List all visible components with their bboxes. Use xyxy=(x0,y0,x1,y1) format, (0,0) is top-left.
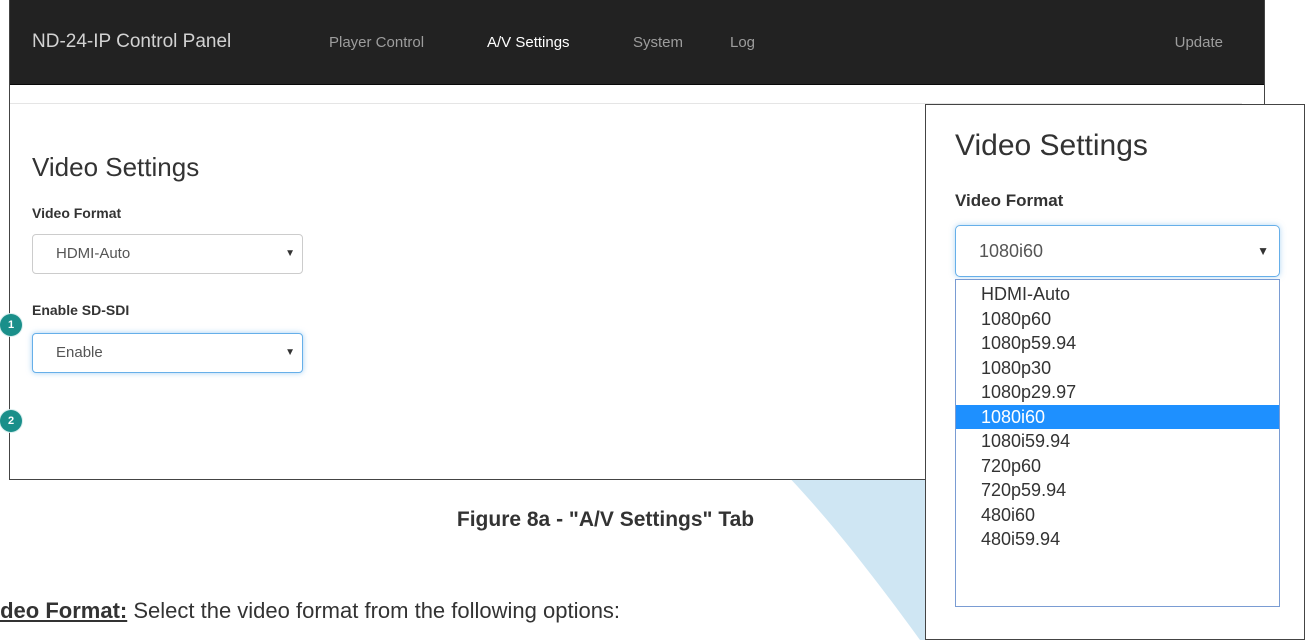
video-format-label: Video Format xyxy=(32,205,122,221)
option-1080p30[interactable]: 1080p30 xyxy=(956,356,1279,381)
option-hdmi-auto[interactable]: HDMI-Auto xyxy=(956,282,1279,307)
figure-caption: Figure 8a - "A/V Settings" Tab xyxy=(0,508,1307,532)
navbar: ND-24-IP Control Panel Player Control A/… xyxy=(10,0,1264,85)
sdsdi-value: Enable xyxy=(56,344,103,361)
nav-av-settings[interactable]: A/V Settings xyxy=(487,34,570,51)
brand-title[interactable]: ND-24-IP Control Panel xyxy=(32,31,231,53)
option-720p59-94[interactable]: 720p59.94 xyxy=(956,478,1279,503)
option-1080i59-94[interactable]: 1080i59.94 xyxy=(956,429,1279,454)
video-format-options-list: HDMI-Auto 1080p60 1080p59.94 1080p30 108… xyxy=(955,279,1280,607)
sdsdi-select[interactable]: Enable ▼ xyxy=(32,333,303,373)
nav-update[interactable]: Update xyxy=(1175,34,1223,51)
body-term: ideo Format: xyxy=(0,598,128,623)
option-1080p60[interactable]: 1080p60 xyxy=(956,307,1279,332)
inset-video-format-label: Video Format xyxy=(955,191,1064,210)
option-720p60[interactable]: 720p60 xyxy=(956,454,1279,479)
nav-player-control[interactable]: Player Control xyxy=(329,34,424,51)
chevron-down-icon: ▼ xyxy=(1257,244,1269,258)
page-title: Video Settings xyxy=(32,152,200,182)
video-format-select[interactable]: HDMI-Auto ▼ xyxy=(32,234,303,274)
option-1080p29-97[interactable]: 1080p29.97 xyxy=(956,380,1279,405)
callout-badge-1: 1 xyxy=(0,314,22,336)
inset-title: Video Settings xyxy=(955,129,1148,162)
nav-system[interactable]: System xyxy=(633,34,683,51)
body-paragraph: ideo Format: Select the video format fro… xyxy=(0,598,620,624)
inset-video-format-value: 1080i60 xyxy=(979,241,1044,261)
inset-video-format-select[interactable]: 1080i60 ▼ xyxy=(955,225,1280,277)
figure-caption-text: Figure 8a - "A/V Settings" Tab xyxy=(456,508,755,531)
callout-badge-2: 2 xyxy=(0,410,22,432)
body-text: Select the video format from the followi… xyxy=(127,598,621,623)
video-format-value: HDMI-Auto xyxy=(56,245,131,262)
chevron-down-icon: ▼ xyxy=(285,248,295,259)
option-1080p59-94[interactable]: 1080p59.94 xyxy=(956,331,1279,356)
chevron-down-icon: ▼ xyxy=(285,347,295,358)
option-1080i60[interactable]: 1080i60 xyxy=(956,404,1279,429)
sdsdi-label: Enable SD-SDI xyxy=(32,302,130,318)
nav-log[interactable]: Log xyxy=(730,34,755,51)
magnified-inset: Video Settings Video Format 1080i60 ▼ HD… xyxy=(925,104,1305,640)
